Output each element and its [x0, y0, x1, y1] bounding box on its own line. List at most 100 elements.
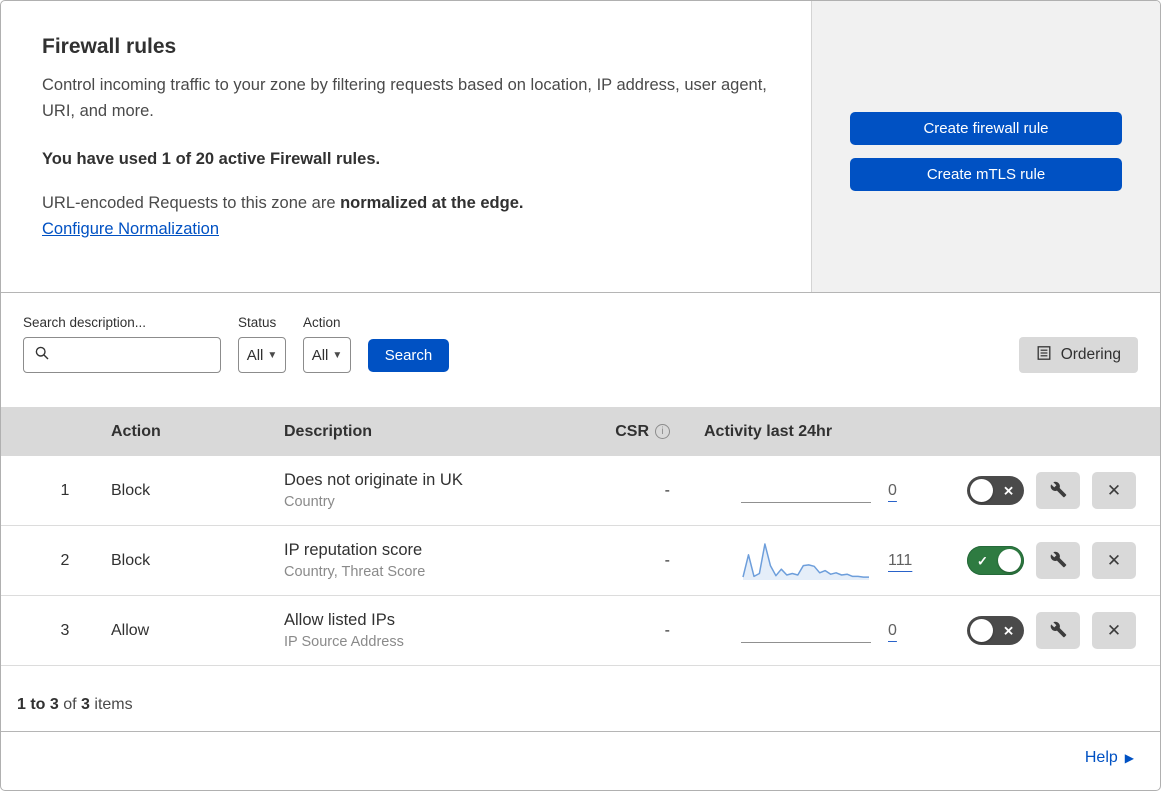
items-text: items: [89, 696, 133, 713]
x-icon: ✕: [1106, 550, 1122, 570]
hero-section: Firewall rules Control incoming traffic …: [1, 1, 1160, 293]
rule-description-cell: IP reputation score Country, Threat Scor…: [278, 541, 606, 580]
create-firewall-rule-button[interactable]: Create firewall rule: [850, 112, 1122, 145]
usage-note: You have used 1 of 20 active Firewall ru…: [42, 150, 381, 169]
action-label: Action: [303, 315, 341, 330]
rules-table: Action Description CSR i Activity last 24…: [1, 407, 1160, 666]
rule-action: Block: [111, 551, 151, 569]
rule-description: Does not originate in UK: [284, 471, 463, 489]
rule-activity-cell: 0: [696, 469, 956, 513]
search-field: Search description...: [23, 315, 221, 373]
page-title: Firewall rules: [42, 35, 177, 58]
toggle-knob: [970, 479, 993, 502]
search-button[interactable]: Search: [368, 339, 449, 372]
rule-priority: 2: [60, 551, 70, 569]
normalization-note: URL-encoded Requests to this zone are no…: [42, 194, 781, 213]
firewall-rules-panel: Firewall rules Control incoming traffic …: [0, 0, 1161, 791]
x-icon: ✕: [1106, 620, 1122, 640]
action-dropdown-value: All: [311, 346, 329, 364]
ordering-button[interactable]: Ordering: [1018, 337, 1138, 373]
delete-rule-button[interactable]: ✕: [1092, 542, 1136, 579]
hero-text: Firewall rules Control incoming traffic …: [1, 1, 811, 292]
search-icon: [34, 345, 50, 366]
activity-count-link[interactable]: 0: [888, 622, 897, 640]
x-icon: ✕: [1106, 480, 1122, 500]
rule-fields: IP Source Address: [284, 634, 404, 650]
rule-description-cell: Does not originate in UK Country: [278, 471, 606, 510]
table-header: Action Description CSR i Activity last 24…: [1, 407, 1160, 456]
status-dropdown[interactable]: All ▼: [238, 337, 286, 373]
edit-rule-button[interactable]: [1036, 472, 1080, 509]
table-body: 1 Block Does not originate in UK Country…: [1, 456, 1160, 666]
check-icon: ✓: [977, 553, 988, 568]
action-filter: Action All ▼: [303, 315, 351, 373]
configure-normalization-link[interactable]: Configure Normalization: [42, 220, 219, 239]
status-filter: Status All ▼: [238, 315, 286, 373]
rule-description: IP reputation score: [284, 541, 423, 559]
help-link[interactable]: Help ▶: [1085, 749, 1134, 767]
normalization-text: URL-encoded Requests to this zone are: [42, 194, 341, 213]
create-mtls-rule-button[interactable]: Create mTLS rule: [850, 158, 1122, 191]
edit-rule-button[interactable]: [1036, 542, 1080, 579]
pagination-summary: 1 to 3 of 3 items: [1, 666, 1160, 732]
table-row: 1 Block Does not originate in UK Country…: [1, 456, 1160, 526]
search-label: Search description...: [23, 315, 147, 330]
ordering-button-label: Ordering: [1060, 346, 1121, 363]
column-header-activity: Activity last 24hr: [704, 422, 833, 440]
search-input[interactable]: [56, 345, 220, 365]
activity-count-link[interactable]: 0: [888, 482, 897, 500]
delete-rule-button[interactable]: ✕: [1092, 472, 1136, 509]
rule-controls: ✓ ✕ ✕: [956, 472, 1136, 509]
activity-sparkline: [741, 539, 871, 583]
search-input-box: [23, 337, 221, 373]
wrench-icon: [1050, 481, 1067, 501]
table-row: 3 Allow Allow listed IPs IP Source Addre…: [1, 596, 1160, 666]
activity-sparkline: [741, 469, 871, 513]
help-arrow-icon: ▶: [1124, 750, 1134, 765]
delete-rule-button[interactable]: ✕: [1092, 612, 1136, 649]
hero-actions-panel: Create firewall rule Create mTLS rule: [811, 1, 1160, 292]
activity-sparkline: [741, 609, 871, 653]
help-bar: Help ▶: [1, 732, 1160, 783]
enable-toggle[interactable]: ✓ ✕: [967, 546, 1024, 575]
rule-priority: 3: [60, 621, 70, 639]
rule-description-cell: Allow listed IPs IP Source Address: [278, 611, 606, 650]
rule-action: Block: [111, 481, 151, 499]
column-header-action: Action: [111, 422, 161, 440]
wrench-icon: [1050, 551, 1067, 571]
status-dropdown-value: All: [246, 346, 264, 364]
help-label: Help: [1084, 748, 1118, 766]
enable-toggle[interactable]: ✓ ✕: [967, 616, 1024, 645]
toggle-knob: [970, 619, 993, 642]
ordering-list-icon: [1036, 345, 1052, 366]
rule-csr-value: -: [664, 621, 670, 639]
edit-rule-button[interactable]: [1036, 612, 1080, 649]
normalization-bold-text: normalized at the edge.: [340, 194, 524, 213]
chevron-down-icon: ▼: [332, 349, 343, 361]
x-icon: ✕: [1003, 483, 1014, 498]
chevron-down-icon: ▼: [267, 349, 278, 361]
activity-count-link[interactable]: 111: [888, 552, 912, 570]
toggle-knob: [998, 549, 1021, 572]
column-header-description: Description: [284, 422, 373, 440]
enable-toggle[interactable]: ✓ ✕: [967, 476, 1024, 505]
action-dropdown[interactable]: All ▼: [303, 337, 351, 373]
of-text: of: [58, 696, 82, 713]
rule-csr-value: -: [664, 551, 670, 569]
total-text: 3: [81, 696, 90, 713]
column-header-csr: CSR i: [606, 423, 696, 441]
rule-action: Allow: [111, 621, 150, 639]
info-icon[interactable]: i: [655, 424, 670, 439]
rule-fields: Country, Threat Score: [284, 564, 426, 580]
rule-fields: Country: [284, 494, 335, 510]
table-row: 2 Block IP reputation score Country, Thr…: [1, 526, 1160, 596]
filter-bar: Search description... Status All ▼ Actio…: [1, 293, 1160, 407]
rule-controls: ✓ ✕ ✕: [956, 542, 1136, 579]
range-text: 1 to 3: [17, 696, 59, 713]
rule-description: Allow listed IPs: [284, 611, 395, 629]
rule-controls: ✓ ✕ ✕: [956, 612, 1136, 649]
status-label: Status: [238, 315, 277, 330]
rule-priority: 1: [60, 481, 70, 499]
x-icon: ✕: [1003, 623, 1014, 638]
rule-activity-cell: 0: [696, 609, 956, 653]
